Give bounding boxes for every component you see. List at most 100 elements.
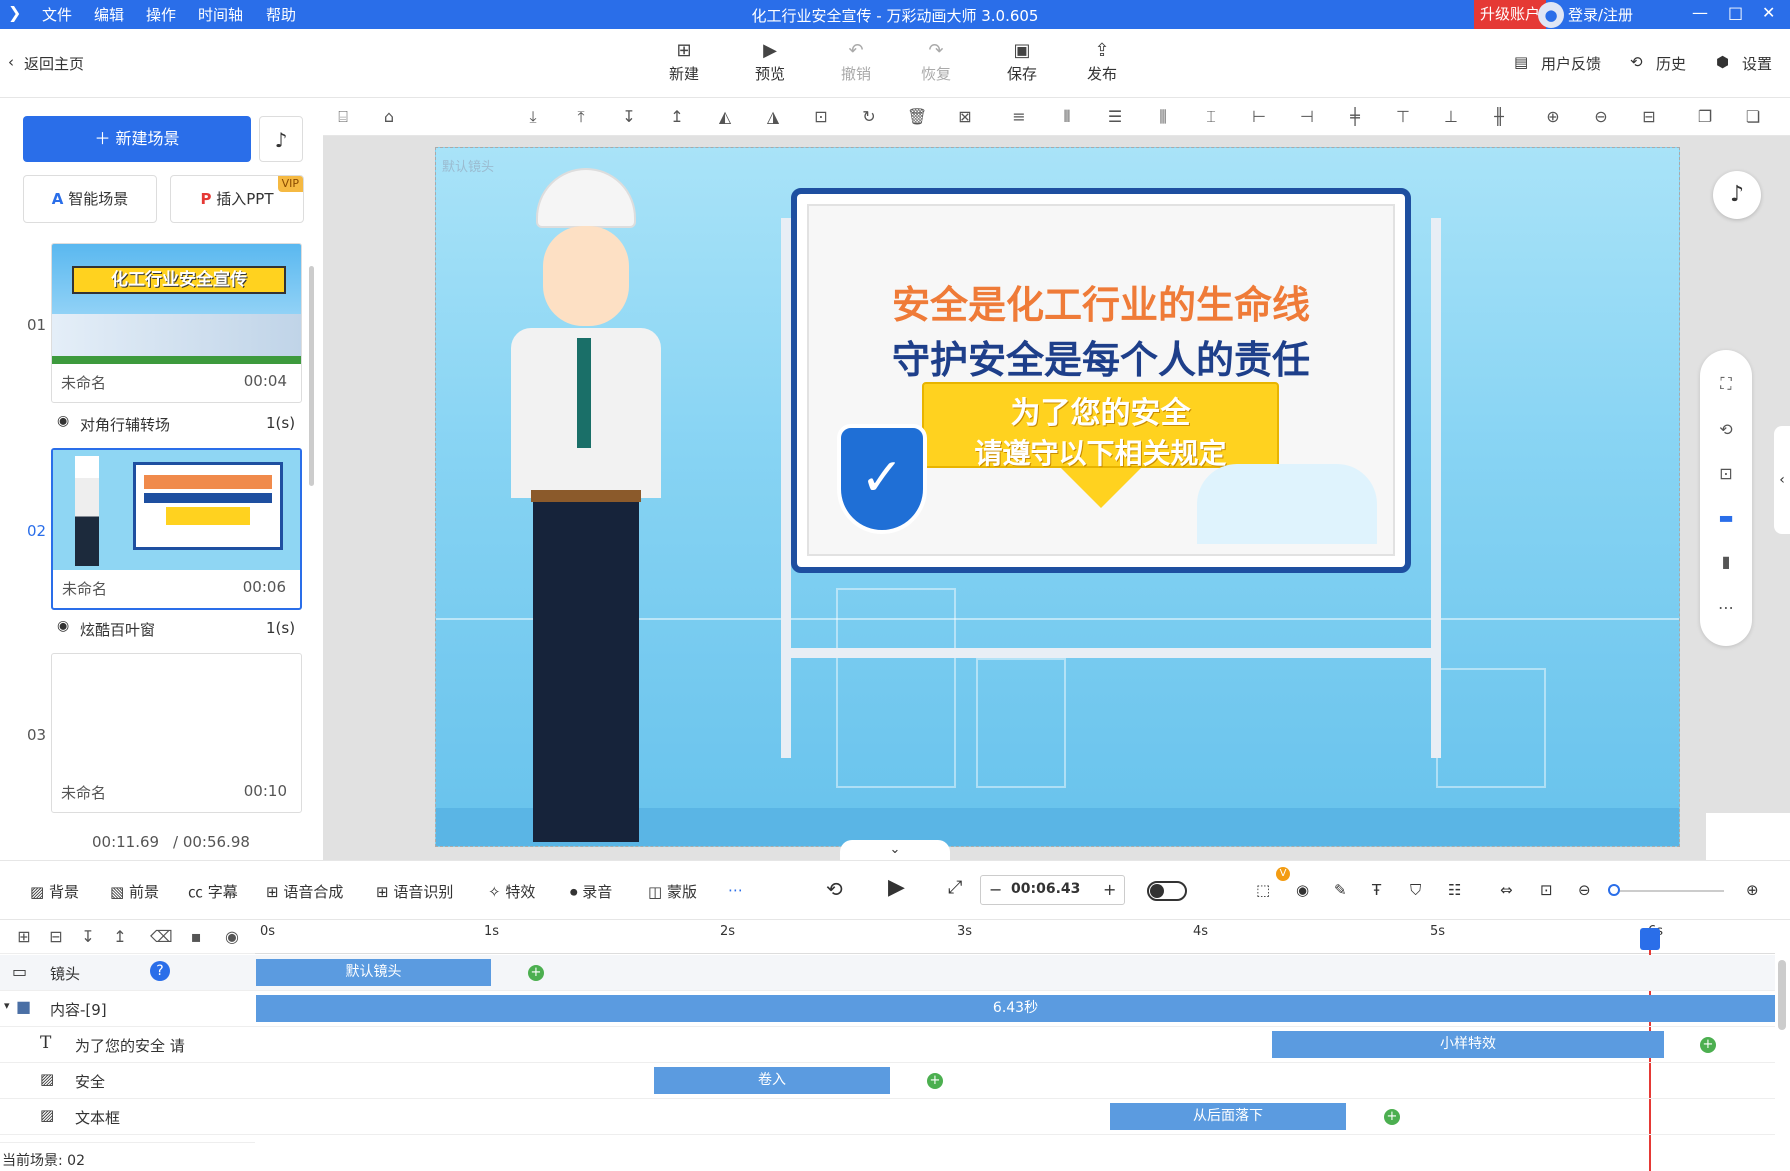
move-up-icon[interactable]: ↥ [667,107,687,127]
replay-icon[interactable]: ⟲ [826,877,843,901]
history-link[interactable]: 历史 [1656,53,1686,74]
scene-panel-scrollbar[interactable] [309,266,314,486]
desktop-icon[interactable]: ▬ [1716,508,1736,528]
move-bottom-icon[interactable]: ⤓ [523,107,543,127]
history-icon[interactable]: ⟲ [1630,53,1643,71]
bgm-button[interactable]: ♪ [1713,171,1761,219]
feedback-link[interactable]: 用户反馈 [1541,53,1601,74]
paste-icon[interactable]: ❏ [1743,107,1763,127]
safety-clip[interactable]: 卷入 [654,1067,890,1094]
collapse-timeline-icon[interactable]: ⌄ [840,840,950,860]
foreground-tool[interactable]: ▧ 前景 [110,881,159,902]
timeline-scrollbar[interactable] [1778,960,1786,1030]
content-clip[interactable]: 6.43秒 [256,995,1775,1022]
notice-board[interactable]: 安全是化工行业的生命线 守护安全是每个人的责任 为了您的安全 请遵守以下相关规定… [791,188,1411,573]
minimize-icon[interactable]: — [1692,3,1708,22]
login-link[interactable]: 登录/注册 [1568,4,1633,25]
rotate-icon[interactable]: ⟲ [1716,420,1736,440]
zoom-slider[interactable] [1612,890,1724,892]
move-down-icon[interactable]: ↧ [78,927,98,947]
zoom-out-icon[interactable]: ⊖ [1578,881,1591,899]
minimap[interactable] [1706,813,1790,860]
effects-tool[interactable]: ✧ 特效 [488,881,535,902]
music-button[interactable]: ♪ [259,116,303,162]
align-vcenter-icon[interactable]: ╫ [1489,107,1509,127]
textbox-clip[interactable]: 从后面落下 [1110,1103,1346,1130]
scene-thumb-3[interactable]: 未命名 00:10 [51,653,302,813]
redo-button[interactable]: ↷ 恢复 [906,39,966,84]
track-content[interactable]: ▾ ■ 内容-[9] 6.43秒 [0,991,1775,1027]
fit-width-icon[interactable]: ⇔ [1500,881,1513,899]
maximize-icon[interactable]: □ [1728,3,1743,22]
rotate-icon[interactable]: ↻ [859,107,879,127]
add-keyframe-icon[interactable]: + [528,965,544,981]
align-hcenter-icon[interactable]: ╪ [1345,107,1365,127]
help-icon[interactable]: ? [150,961,170,981]
expand-icon[interactable]: ▾ [4,999,10,1012]
align-center-icon[interactable]: ≡ [1009,107,1029,127]
playhead-handle[interactable] [1640,928,1660,950]
align-middle-icon[interactable]: ⫴ [1057,107,1077,127]
sliders-icon[interactable]: ☷ [1448,881,1461,899]
transition-play-icon[interactable]: ◉ [57,413,69,429]
avatar-icon[interactable]: ● [1538,2,1564,28]
track-text[interactable]: T 为了您的安全 请 小样特效 + [0,1027,1775,1063]
zoom-in-icon[interactable]: ⊕ [1746,881,1759,899]
edit-icon[interactable]: ✎ [1334,881,1347,899]
home-icon[interactable]: ⌂ [379,107,399,127]
stage-canvas[interactable]: 默认镜头 安全是化工行业的生命线 守护安全是每个人的责任 为了您的安全 请遵守以… [435,147,1680,847]
asr-tool[interactable]: ⊞ 语音识别 [376,881,453,902]
subtitle-tool[interactable]: ㏄ 字幕 [188,881,238,902]
add-keyframe-icon[interactable]: + [927,1073,943,1089]
fullscreen-icon[interactable]: ⤢ [948,877,962,898]
add-folder-icon[interactable]: ⊞ [14,927,34,947]
track-textbox[interactable]: ▨ 文本框 从后面落下 + [0,1099,1775,1135]
yellow-banner[interactable]: 为了您的安全 请遵守以下相关规定 [922,382,1279,470]
feedback-icon[interactable]: ▤ [1514,53,1528,71]
worker-character[interactable] [501,168,676,846]
zoom-slider-handle[interactable] [1608,884,1620,896]
mobile-icon[interactable]: ▮ [1716,552,1736,572]
space-icon[interactable]: ⌶ [1201,107,1221,127]
background-tool[interactable]: ▨ 背景 [30,881,79,902]
transition-play-icon[interactable]: ◉ [57,618,69,634]
headline-line1[interactable]: 安全是化工行业的生命线 [797,274,1405,329]
camera-icon[interactable]: ◉ [1296,881,1309,899]
filter-icon[interactable]: ⛉ [1410,881,1421,899]
scene-thumb-1[interactable]: 化工行业安全宣传 未命名 00:04 [51,243,302,403]
more-tools-icon[interactable]: ⋯ [728,881,743,899]
tts-tool[interactable]: ⊞ 语音合成 [266,881,343,902]
delete-icon[interactable]: 🗑 [907,107,927,127]
toggle-switch[interactable] [1147,881,1187,901]
crop-icon[interactable]: ⊠ [955,107,975,127]
mask-tool[interactable]: ◫ 蒙版 [648,881,697,902]
new-button[interactable]: ⊞ 新建 [654,39,714,84]
time-ruler[interactable]: 0s 1s 2s 3s 4s 5s 6s [255,920,1775,954]
undo-button[interactable]: ↶ 撤销 [826,39,886,84]
crop-frame-icon[interactable]: ⬚ [1256,881,1270,899]
transition-2[interactable]: 炫酷百叶窗 [80,619,155,640]
align-right-icon[interactable]: ⊣ [1297,107,1317,127]
back-home-link[interactable]: 返回主页 [24,53,84,74]
more-icon[interactable]: ⋯ [1716,598,1736,618]
camera-clip[interactable]: 默认镜头 [256,959,491,986]
close-icon[interactable]: ✕ [1762,3,1775,22]
lock-icon[interactable]: ▪ [186,927,206,947]
play-icon[interactable]: ▶ [888,875,905,900]
minus-icon[interactable]: − [989,880,1002,899]
distribute-h-icon[interactable]: ⫼ [1153,107,1173,127]
save-button[interactable]: ▣ 保存 [992,39,1052,84]
delete-icon[interactable]: ⌫ [150,927,173,947]
scene-thumb-2[interactable]: 未命名 00:06 [51,448,302,610]
headline-line2[interactable]: 守护安全是每个人的责任 [797,329,1405,384]
text-tool-icon[interactable]: Ŧ [1372,881,1381,899]
publish-button[interactable]: ⇪ 发布 [1072,39,1132,84]
distribute-v-icon[interactable]: ☰ [1105,107,1125,127]
move-down-icon[interactable]: ↧ [619,107,639,127]
align-top-icon[interactable]: ⊤ [1393,107,1413,127]
zoom-in-icon[interactable]: ⊕ [1543,107,1563,127]
time-stepper[interactable]: − 00:06.43 + [980,875,1125,905]
transition-1[interactable]: 对角行辅转场 [80,414,170,435]
fit-screen-icon[interactable]: ⛶ [1716,374,1736,394]
add-keyframe-icon[interactable]: + [1700,1037,1716,1053]
